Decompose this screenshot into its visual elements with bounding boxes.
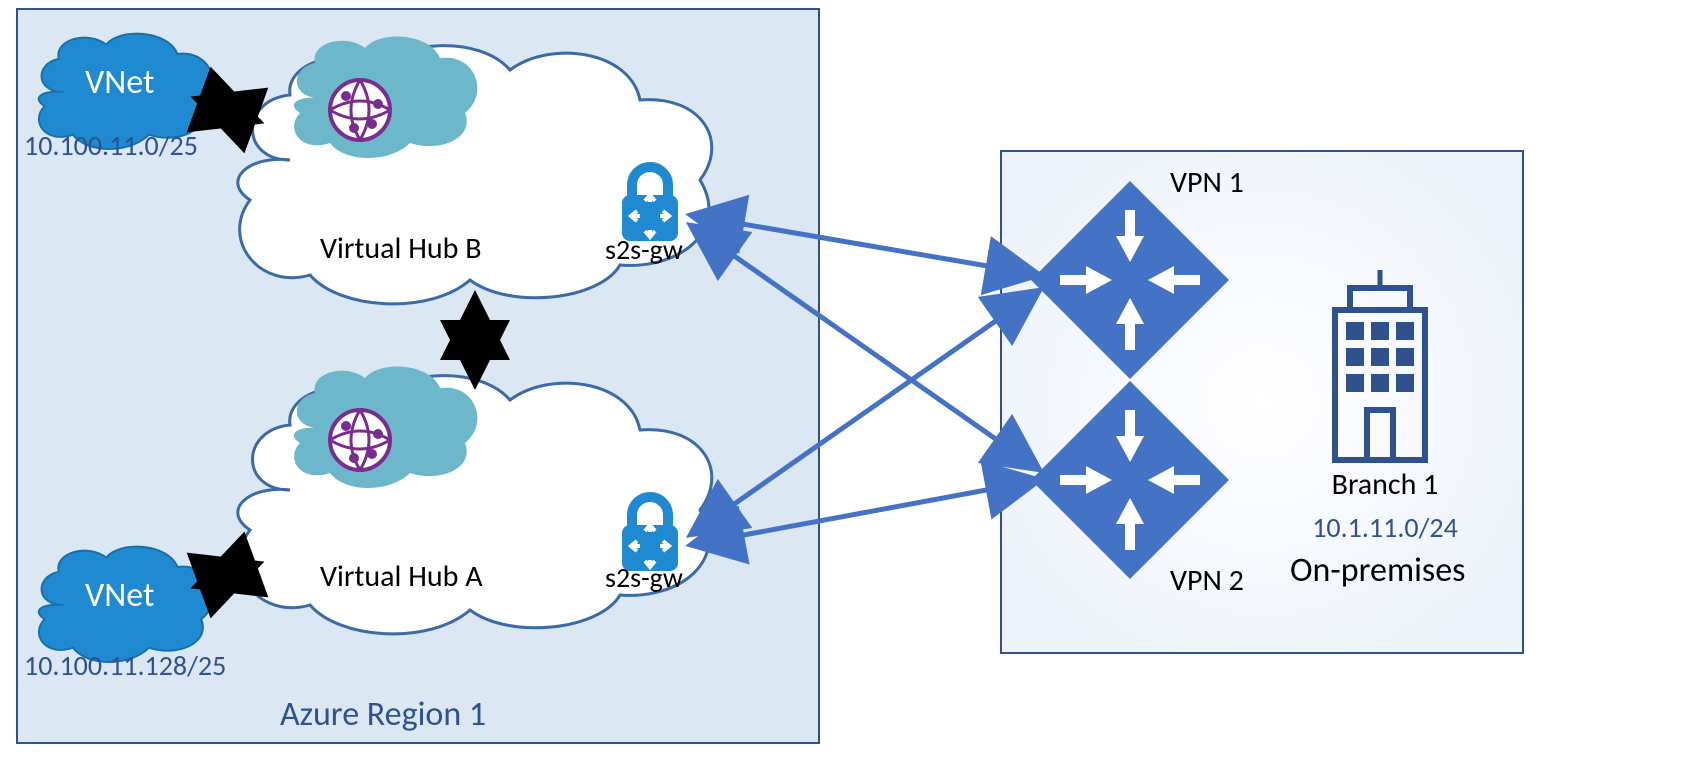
azure-region-title: Azure Region 1 (280, 694, 486, 735)
hub-b-label: Virtual Hub B (320, 230, 482, 267)
vnet-b-cidr: 10.100.11.0/25 (24, 128, 198, 163)
hub-a-gw-label: s2s-gw (605, 560, 683, 595)
vpn2-icon (1031, 381, 1229, 579)
vnet-a-cidr: 10.100.11.128/25 (24, 648, 226, 683)
hub-a-label: Virtual Hub A (320, 558, 483, 595)
globe-icon-a (330, 410, 390, 470)
globe-icon-b (330, 80, 390, 140)
link-gwB-vpn1 (690, 215, 1040, 275)
vpn1-label: VPN 1 (1170, 164, 1244, 201)
branch-label: Branch 1 (1320, 466, 1450, 503)
vpn2-label: VPN 2 (1170, 562, 1244, 599)
building-icon (1335, 270, 1425, 460)
branch-cidr: 10.1.11.0/24 (1305, 510, 1465, 545)
link-gwA-vpn1 (690, 290, 1040, 535)
vnet-a-cloud-icon: VNet (39, 547, 213, 662)
vnet-a-badge: VNet (85, 575, 154, 616)
hub-b-gw-label: s2s-gw (605, 232, 683, 267)
vpn1-icon (1031, 181, 1229, 379)
link-vnetB-hubB (200, 100, 255, 120)
vnet-b-badge: VNet (85, 62, 154, 103)
link-gwB-vpn2 (690, 225, 1040, 470)
link-gwA-vpn2 (690, 480, 1040, 545)
onprem-title: On-premises (1290, 550, 1465, 591)
diagram-svg: VNet VNet (0, 0, 1708, 766)
